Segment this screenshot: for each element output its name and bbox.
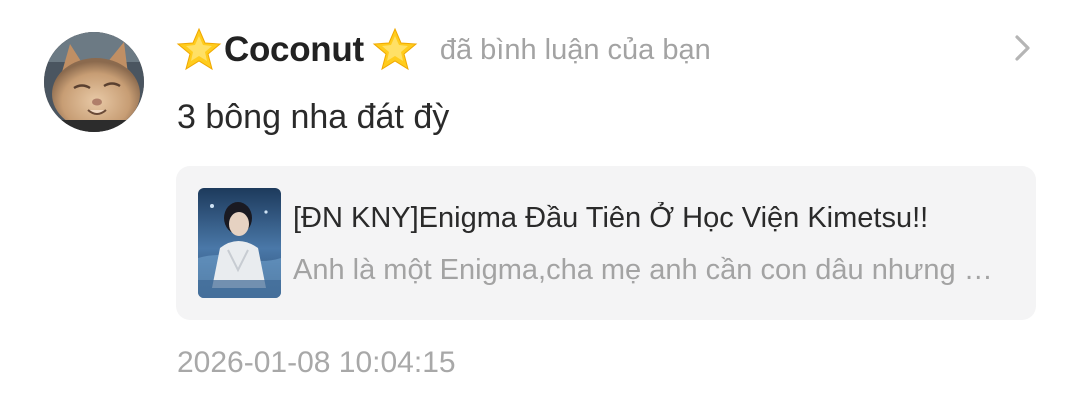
story-cover-image[interactable] [198, 188, 281, 298]
user-name[interactable]: Coconut [224, 30, 364, 70]
story-description: Anh là một Enigma,cha mẹ anh cần con dâu… [293, 254, 998, 286]
notification-header: Coconut đã bình luận của bạn [176, 26, 711, 74]
comment-notification[interactable]: Coconut đã bình luận của bạn 3 bông nha … [0, 0, 1080, 415]
star-icon [176, 27, 222, 73]
action-text: đã bình luận của bạn [439, 33, 711, 66]
chevron-right-icon[interactable] [1012, 34, 1034, 62]
star-icon [372, 27, 418, 73]
timestamp: 2026-01-08 10:04:15 [177, 346, 456, 379]
comment-text: 3 bông nha đát đỳ [177, 98, 450, 136]
story-title[interactable]: [ĐN KNY]Enigma Đầu Tiên Ở Học Viện Kimet… [293, 202, 1013, 235]
user-avatar[interactable] [44, 32, 144, 132]
story-card[interactable]: [ĐN KNY]Enigma Đầu Tiên Ở Học Viện Kimet… [176, 166, 1036, 320]
